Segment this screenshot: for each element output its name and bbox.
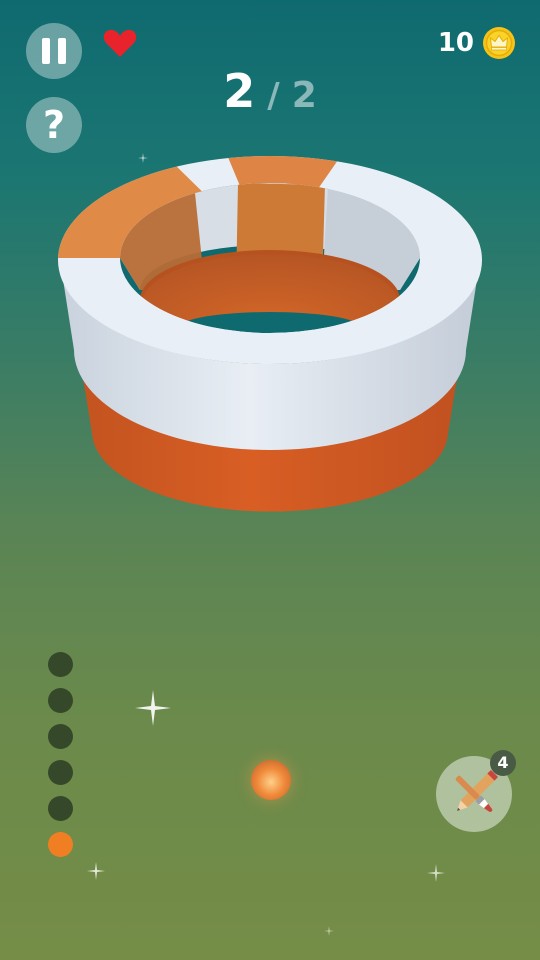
stage-dot bbox=[48, 652, 73, 677]
sparkle-icon bbox=[138, 153, 148, 163]
pause-icon bbox=[42, 38, 50, 64]
stage-dot bbox=[48, 760, 73, 785]
sparkle-icon bbox=[427, 864, 445, 882]
level-indicator: 2 / 2 bbox=[0, 64, 540, 118]
sparkle-icon bbox=[135, 690, 171, 726]
crown-coin-icon bbox=[483, 27, 515, 59]
stage-progress bbox=[48, 652, 73, 868]
ring-tower[interactable] bbox=[40, 140, 500, 540]
sparkle-icon bbox=[87, 862, 105, 880]
coin-counter: 10 bbox=[438, 26, 516, 60]
stage-dot-active bbox=[48, 832, 73, 857]
stage-dot bbox=[48, 796, 73, 821]
player-ball[interactable] bbox=[251, 760, 291, 800]
coin-count: 10 bbox=[437, 28, 474, 58]
tool-count-badge: 4 bbox=[490, 750, 516, 776]
level-current: 2 bbox=[223, 64, 256, 118]
level-total: 2 bbox=[291, 75, 317, 116]
sparkle-icon bbox=[324, 926, 334, 936]
stage-dot bbox=[48, 724, 73, 749]
level-separator: / bbox=[267, 76, 280, 116]
stage-dot bbox=[48, 688, 73, 713]
heart-icon bbox=[103, 29, 137, 57]
